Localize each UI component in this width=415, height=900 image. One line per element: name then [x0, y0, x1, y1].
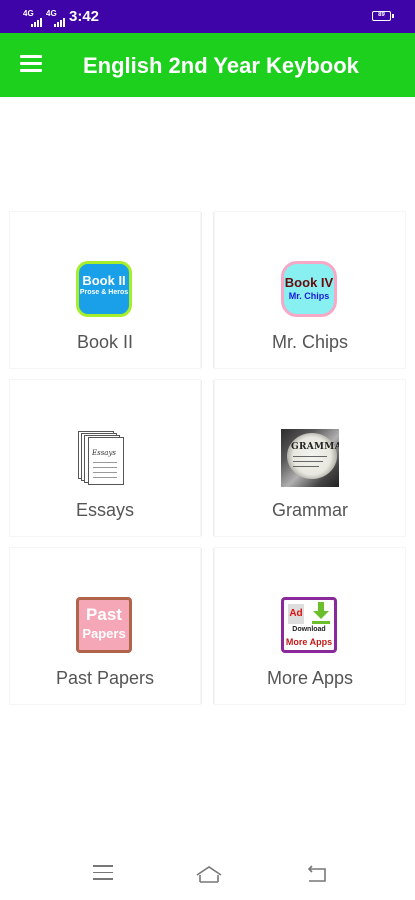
- tile-label: Past Papers: [55, 668, 155, 688]
- battery-level: 89: [378, 12, 385, 18]
- book-iv-icon-title: Book IV: [284, 275, 334, 290]
- battery-icon: 89: [372, 11, 394, 21]
- system-nav-bar: [0, 850, 415, 900]
- book-ii-icon-subtitle: Prose & Heros: [79, 289, 129, 296]
- network-type-label: 4G: [46, 9, 57, 18]
- book-iv-icon: Book IV Mr. Chips: [281, 261, 339, 319]
- back-icon[interactable]: [305, 865, 329, 887]
- recent-apps-icon[interactable]: [93, 865, 117, 887]
- book-ii-icon-title: Book II: [82, 273, 126, 288]
- ad-badge: Ad: [288, 604, 304, 624]
- tile-label: Mr. Chips: [271, 332, 349, 352]
- home-icon[interactable]: [195, 865, 223, 887]
- book-iv-icon-subtitle: Mr. Chips: [288, 291, 330, 301]
- network-type-label: 4G: [23, 9, 34, 18]
- book-ii-icon: Book II Prose & Heros: [76, 261, 134, 319]
- app-title: English 2nd Year Keybook: [83, 53, 359, 78]
- past-papers-icon: Past Papers: [76, 597, 134, 655]
- hamburger-menu-icon[interactable]: [20, 55, 44, 75]
- app-bar: English 2nd Year Keybook: [0, 33, 415, 97]
- tile-label: Essays: [75, 500, 135, 520]
- more-apps-icon: Ad Download More Apps: [281, 597, 339, 655]
- grammar-icon: GRAMMAR: [281, 429, 339, 487]
- tile-book-ii[interactable]: Book II Prose & Heros Book II: [10, 212, 202, 368]
- essays-icon: Essays: [76, 429, 134, 487]
- tile-essays[interactable]: Essays Essays: [10, 380, 202, 536]
- tile-label: More Apps: [266, 668, 354, 688]
- tile-mr-chips[interactable]: Book IV Mr. Chips Mr. Chips: [213, 212, 405, 368]
- tile-label: Grammar: [272, 500, 348, 520]
- tile-label: Book II: [76, 332, 134, 352]
- download-text: Download: [292, 626, 326, 633]
- grammar-icon-text: GRAMMAR: [291, 442, 339, 452]
- status-bar: 4G 4G 3:42 89: [0, 0, 415, 33]
- tile-grammar[interactable]: GRAMMAR Grammar: [213, 380, 405, 536]
- tile-past-papers[interactable]: Past Papers Past Papers: [10, 548, 202, 704]
- past-papers-icon-line-1: Past: [86, 605, 122, 624]
- more-apps-icon-text: More Apps: [285, 637, 333, 647]
- download-arrow-icon: [312, 602, 330, 624]
- signal-icon: 4G: [46, 9, 66, 27]
- tile-more-apps[interactable]: Ad Download More Apps More Apps: [213, 548, 405, 704]
- signal-icon: 4G: [23, 9, 43, 27]
- past-papers-icon-line-2: Papers: [82, 626, 126, 641]
- status-time: 3:42: [69, 8, 100, 25]
- essays-icon-text: Essays: [92, 449, 117, 457]
